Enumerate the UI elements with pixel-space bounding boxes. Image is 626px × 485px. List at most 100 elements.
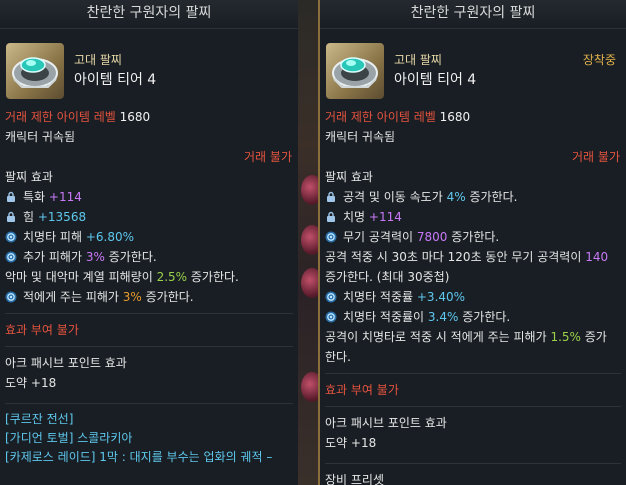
effect-text: 증가한다. (187, 270, 239, 284)
effect-value: 4% (446, 190, 466, 204)
no-effect-label: 효과 부여 불가 (325, 383, 399, 397)
effect-text: 힘 (23, 210, 38, 224)
lock-icon (325, 209, 337, 222)
ark-passive-header: 아크 패시브 포인트 효과 (325, 416, 447, 430)
effect-value: 3% (85, 250, 105, 264)
effect-text: 증가한다. (458, 310, 511, 324)
effect-line: 공격 및 이동 속도가 4% 증가한다. (325, 187, 626, 207)
effect-line: 악마 및 대악마 계열 피해량이 2.5% 증가한다. (5, 267, 298, 287)
effect-line: 치명 +114 (325, 207, 626, 227)
item-level-row: 거래 제한 아이템 레벨 1680 (325, 107, 626, 127)
ark-passive-header: 아크 패시브 포인트 효과 (5, 356, 127, 370)
divider (5, 403, 293, 404)
effect-value: +114 (368, 210, 402, 224)
source-line: [카제로스 레이드] 1막 : 대지를 부수는 업화의 궤적 – (5, 450, 273, 464)
effect-text: 적에게 주는 피해가 (23, 290, 123, 304)
effect-value: 3% (122, 290, 142, 304)
effect-text: 공격 적중 시 30초 마다 120초 동안 무기 공격력이 (325, 250, 586, 264)
effect-value: 7800 (416, 230, 448, 244)
item-grade: 고대 팔찌 (394, 53, 442, 67)
effect-line: 공격이 치명타로 적중 시 적에게 주는 피해가 1.5% 증가 (325, 327, 626, 347)
effect-text: 증가한다. (104, 250, 157, 264)
effect-line: 증가한다. (최대 30중첩) (325, 267, 626, 287)
effect-line: 치명타 피해 +6.80% (5, 227, 298, 247)
effect-value: +6.80% (85, 230, 135, 244)
effect-value: +13568 (37, 210, 87, 224)
swirl-icon (325, 309, 337, 323)
effect-line: 적에게 주는 피해가 3% 증가한다. (5, 287, 298, 307)
item-level-value: 1680 (439, 110, 471, 124)
effect-text: 증가한다. (465, 190, 518, 204)
item-tooltip-right: 찬란한 구원자의 팔찌 고대 팔찌 아이템 티어 4 장착중 거래 제한 아이템… (318, 0, 626, 485)
divider (325, 373, 621, 374)
effect-line: 치명타 적중률 +3.40% (325, 287, 626, 307)
ark-passive-value: 도약 +18 (5, 376, 57, 390)
item-header: 고대 팔찌 아이템 티어 4 (0, 29, 298, 107)
divider (325, 406, 621, 407)
swirl-icon (5, 229, 17, 243)
effect-text: 치명 (343, 210, 369, 224)
lock-icon (5, 189, 17, 202)
effect-text: 한다. (325, 350, 351, 364)
effect-text: 공격 및 이동 속도가 (343, 190, 447, 204)
effect-text: 특화 (23, 190, 49, 204)
no-effect-label: 효과 부여 불가 (5, 323, 79, 337)
item-title: 찬란한 구원자의 팔찌 (0, 0, 298, 29)
effects-header: 팔찌 효과 (5, 170, 53, 184)
bracelet-icon (6, 43, 64, 99)
lock-icon (325, 189, 337, 202)
effect-line: 공격 적중 시 30초 마다 120초 동안 무기 공격력이 140 (325, 247, 626, 267)
effect-value: 2.5% (156, 270, 188, 284)
item-level-label: 거래 제한 아이템 레벨 (5, 110, 116, 124)
effect-value: +3.40% (416, 290, 466, 304)
effect-text: 증가한다. (141, 290, 194, 304)
effect-value: 3.4% (427, 310, 459, 324)
swirl-icon (5, 289, 17, 303)
effect-value: +114 (48, 190, 82, 204)
effect-text: 증가 (580, 330, 607, 344)
effect-value: 140 (585, 250, 609, 264)
item-title: 찬란한 구원자의 팔찌 (320, 0, 626, 29)
effect-text: 치명타 피해 (23, 230, 86, 244)
item-header: 고대 팔찌 아이템 티어 4 장착중 (320, 29, 626, 107)
divider (325, 463, 621, 464)
effect-value: 1.5% (550, 330, 581, 344)
effect-line: 치명타 적중률이 3.4% 증가한다. (325, 307, 626, 327)
swirl-icon (325, 229, 337, 243)
effect-line: 추가 피해가 3% 증가한다. (5, 247, 298, 267)
item-level-value: 1680 (119, 110, 151, 124)
effect-line: 특화 +114 (5, 187, 298, 207)
trade-status: 거래 불가 (244, 150, 292, 164)
bracelet-icon (326, 43, 384, 99)
item-tier: 아이템 티어 4 (74, 72, 157, 88)
effect-line: 힘 +13568 (5, 207, 298, 227)
item-level-label: 거래 제한 아이템 레벨 (325, 110, 436, 124)
effect-text: 치명타 적중률 (343, 290, 417, 304)
effect-text: 악마 및 대악마 계열 피해량이 (5, 270, 157, 284)
effects-list: 공격 및 이동 속도가 4% 증가한다. 치명 +114 무기 공격력이 7800 … (320, 187, 626, 367)
bound-status: 캐릭터 귀속됨 (5, 130, 76, 144)
divider (5, 346, 293, 347)
effect-text: 추가 피해가 (23, 250, 86, 264)
effect-text: 증가한다. (447, 230, 500, 244)
item-tier: 아이템 티어 4 (394, 72, 477, 88)
swirl-icon (5, 249, 17, 263)
lock-icon (5, 209, 17, 222)
effects-list: 특화 +114 힘 +13568 치명타 피해 +6.80% 추가 피해가 3% 증가… (0, 187, 298, 307)
equipment-preset-header: 장비 프리셋 (325, 473, 385, 485)
equipped-badge: 장착중 (582, 53, 616, 67)
source-line: [쿠르잔 전선] (5, 412, 74, 426)
effect-line: 무기 공격력이 7800 증가한다. (325, 227, 626, 247)
bound-status: 캐릭터 귀속됨 (325, 130, 396, 144)
swirl-icon (325, 289, 337, 303)
effect-text: 무기 공격력이 (343, 230, 417, 244)
source-line: [가디언 토벌] 스콜라키아 (5, 431, 133, 445)
effect-text: 공격이 치명타로 적중 시 적에게 주는 피해가 (325, 330, 551, 344)
item-tooltip-left: 찬란한 구원자의 팔찌 고대 팔찌 아이템 티어 4 거래 제한 아이템 레벨 … (0, 0, 298, 485)
item-level-row: 거래 제한 아이템 레벨 1680 (5, 107, 298, 127)
effect-line: 한다. (325, 347, 626, 367)
trade-status: 거래 불가 (572, 150, 620, 164)
item-grade: 고대 팔찌 (74, 53, 122, 67)
effect-text: 치명타 적중률이 (343, 310, 428, 324)
ark-passive-value: 도약 +18 (325, 436, 377, 450)
